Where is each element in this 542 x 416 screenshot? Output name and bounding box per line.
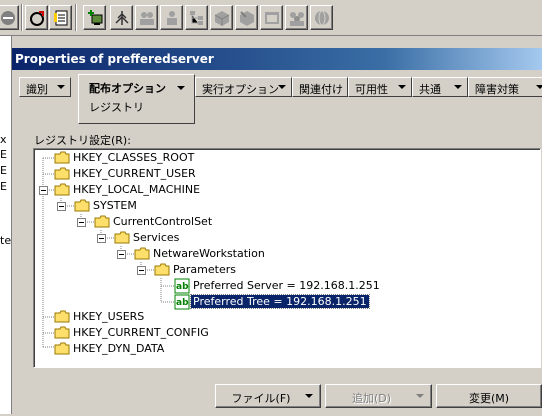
string-value-icon: ab: [174, 294, 190, 310]
window-icon[interactable]: [260, 5, 283, 30]
collapse-icon[interactable]: [117, 250, 126, 259]
folder-icon: [54, 310, 70, 323]
svg-text:ab: ab: [176, 282, 189, 292]
folder-icon: [54, 151, 70, 164]
background-char: x: [0, 133, 7, 146]
cube-arrow-icon[interactable]: [235, 5, 258, 30]
collapse-icon[interactable]: [57, 202, 66, 211]
users-icon[interactable]: [135, 5, 158, 30]
tab-fault-tolerance[interactable]: 障害対策: [468, 77, 542, 97]
tree-icon[interactable]: [110, 5, 133, 30]
background-char: te: [0, 234, 12, 247]
toolbar: [0, 0, 542, 36]
tab-label: 障害対策: [475, 83, 519, 96]
cube-icon[interactable]: [210, 5, 233, 30]
chevron-down-icon: [305, 394, 313, 398]
folder-open-icon: [74, 199, 90, 212]
chevron-down-icon: [454, 85, 462, 89]
tab-label: 共通: [419, 83, 441, 96]
group-icon[interactable]: [285, 5, 308, 30]
tab-execution-options[interactable]: 実行オプション: [195, 77, 292, 97]
toolbar-separator: [21, 4, 23, 31]
dialog-title: Properties of prefferedserver: [12, 48, 542, 70]
wizard-icon[interactable]: [25, 5, 48, 30]
folder-open-icon: [134, 247, 150, 260]
background-window-strip: x E E E te: [0, 36, 12, 414]
folder-icon: [54, 326, 70, 339]
folder-open-icon: [54, 183, 70, 196]
add-computer-icon[interactable]: [83, 5, 106, 30]
tab-label: 配布オプション: [89, 82, 166, 95]
tab-label: 可用性: [355, 83, 388, 96]
tab-common[interactable]: 共通: [412, 77, 468, 97]
string-value-icon: ab: [174, 278, 190, 294]
folder-open-icon: [94, 215, 110, 228]
tree-small-icon[interactable]: [185, 5, 208, 30]
chevron-down-icon: [177, 86, 185, 90]
tab-label: 実行オプション: [202, 83, 279, 96]
chevron-down-icon: [278, 85, 286, 89]
tab-identification[interactable]: 識別: [19, 77, 71, 97]
change-button-label: 変更(M): [468, 392, 510, 405]
user-icon[interactable]: [160, 5, 183, 30]
svg-text:ab: ab: [176, 298, 189, 308]
folder-icon: [54, 167, 70, 180]
background-char: E: [0, 148, 7, 161]
document-list-icon[interactable]: [49, 5, 72, 30]
tab-bar: 識別 配布オプション レジストリ 実行オプション 関連付け 可用性 共通 障害対…: [19, 74, 542, 124]
add-button[interactable]: 追加(D): [325, 384, 432, 408]
folder-open-icon: [114, 231, 130, 244]
change-button[interactable]: 変更(M): [436, 384, 542, 408]
tab-distribution-options[interactable]: 配布オプション レジストリ: [78, 74, 195, 124]
properties-dialog: Properties of prefferedserver 識別 配布オプション…: [12, 44, 542, 416]
toolbar-separator: [75, 4, 77, 31]
tab-label: 関連付け: [299, 83, 343, 96]
collapse-icon[interactable]: [97, 234, 106, 243]
tab-sub-label: レジストリ: [89, 101, 144, 114]
background-char: E: [0, 180, 7, 193]
collapse-icon[interactable]: [137, 266, 146, 275]
collapse-icon[interactable]: [77, 218, 86, 227]
red-circle-icon[interactable]: [0, 5, 19, 30]
tab-label: 識別: [26, 83, 48, 96]
globe-icon[interactable]: [310, 5, 333, 30]
chevron-down-icon: [398, 85, 406, 89]
file-button-label: ファイル(F): [231, 392, 291, 405]
chevron-down-icon: [416, 394, 424, 398]
tab-associations[interactable]: 関連付け: [292, 77, 348, 97]
file-button[interactable]: ファイル(F): [215, 384, 321, 408]
folder-icon: [54, 342, 70, 355]
chevron-down-icon: [57, 85, 65, 89]
tab-availability[interactable]: 可用性: [348, 77, 412, 97]
registry-tree[interactable]: HKEY_CLASSES_ROOT HKEY_CURRENT_USER HKEY…: [33, 148, 541, 368]
folder-open-icon: [154, 263, 170, 276]
chevron-down-icon: [536, 85, 542, 89]
collapse-icon[interactable]: [39, 186, 48, 195]
registry-settings-label: レジストリ設定(R):: [34, 134, 131, 147]
background-char: E: [0, 164, 7, 177]
add-button-label: 追加(D): [351, 392, 392, 405]
